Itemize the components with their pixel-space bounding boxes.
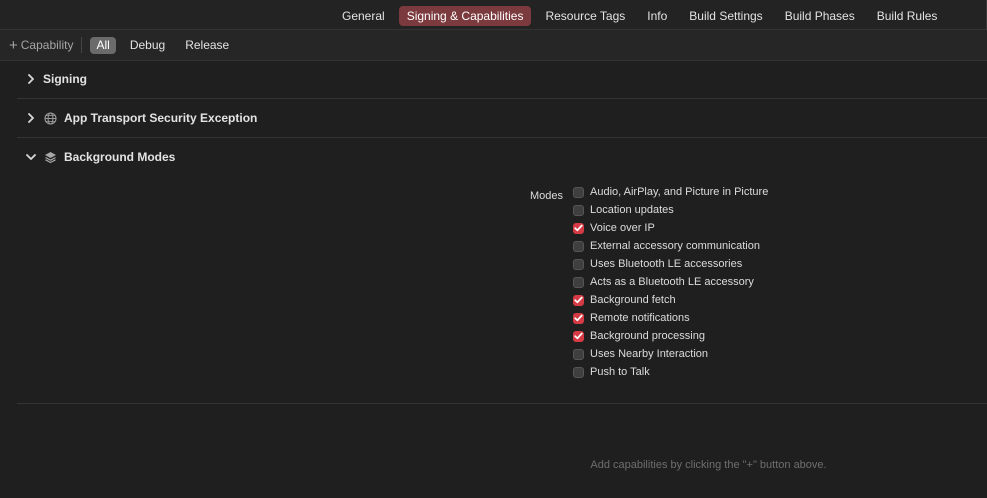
editor-tab-bar: General Signing & Capabilities Resource … — [0, 0, 987, 30]
add-capabilities-hint: Add capabilities by clicking the "+" but… — [590, 459, 827, 471]
mode-option-label: Background processing — [590, 330, 705, 342]
chevron-right-icon[interactable] — [25, 73, 37, 85]
tab-resource-tags[interactable]: Resource Tags — [537, 6, 633, 26]
tab-general[interactable]: General — [334, 6, 393, 26]
mode-option-label: External accessory communication — [590, 240, 760, 252]
mode-option-label: Uses Bluetooth LE accessories — [590, 258, 743, 270]
mode-option-label: Audio, AirPlay, and Picture in Picture — [590, 186, 769, 198]
checkmark-icon — [574, 314, 583, 322]
checkbox[interactable] — [573, 276, 584, 288]
background-modes-section-title: Background Modes — [64, 150, 176, 164]
tabs-container: General Signing & Capabilities Resource … — [334, 5, 951, 27]
mode-option[interactable]: Push to Talk — [573, 363, 768, 381]
mode-option[interactable]: Location updates — [573, 201, 768, 219]
mode-option-label: Acts as a Bluetooth LE accessory — [590, 276, 754, 288]
ats-section-header[interactable]: App Transport Security Exception — [17, 99, 987, 137]
mode-option[interactable]: Background processing — [573, 327, 768, 345]
mode-option-label: Uses Nearby Interaction — [590, 348, 708, 360]
tab-info[interactable]: Info — [639, 6, 675, 26]
checkbox[interactable] — [573, 204, 584, 216]
checkbox-checked[interactable] — [573, 294, 584, 306]
chevron-right-icon[interactable] — [25, 112, 37, 124]
signing-section-header[interactable]: Signing — [17, 60, 987, 98]
mode-option-label: Background fetch — [590, 294, 676, 306]
checkmark-icon — [574, 224, 583, 232]
empty-capabilities-area — [0, 404, 987, 498]
signing-section: Signing — [17, 60, 987, 99]
checkbox-checked[interactable] — [573, 312, 584, 324]
chevron-down-icon[interactable] — [25, 151, 37, 163]
tab-build-phases[interactable]: Build Phases — [777, 6, 863, 26]
add-capability-label: Capability — [20, 38, 74, 52]
modes-list: Audio, AirPlay, and Picture in Picture L… — [573, 183, 768, 381]
mode-option-label: Voice over IP — [590, 222, 655, 234]
checkbox[interactable] — [573, 366, 584, 378]
mode-option[interactable]: Uses Bluetooth LE accessories — [573, 255, 768, 273]
add-capability-button[interactable]: + Capability — [9, 34, 73, 56]
mode-option[interactable]: Audio, AirPlay, and Picture in Picture — [573, 183, 768, 201]
layers-icon — [43, 150, 57, 164]
ats-section: App Transport Security Exception — [17, 99, 987, 138]
checkmark-icon — [574, 332, 583, 340]
mode-option[interactable]: Remote notifications — [573, 309, 768, 327]
modes-label: Modes — [530, 190, 564, 202]
filter-debug[interactable]: Debug — [124, 37, 171, 54]
mode-option-label: Location updates — [590, 204, 674, 216]
background-modes-section: Background Modes Modes Audio, AirPlay, a… — [17, 138, 987, 404]
tab-build-settings[interactable]: Build Settings — [681, 6, 770, 26]
mode-option-label: Push to Talk — [590, 366, 650, 378]
capabilities-toolbar: + Capability All Debug Release — [0, 30, 987, 61]
checkmark-icon — [574, 296, 583, 304]
checkbox[interactable] — [573, 348, 584, 360]
mode-option-label: Remote notifications — [590, 312, 690, 324]
mode-option[interactable]: External accessory communication — [573, 237, 768, 255]
mode-option[interactable]: Background fetch — [573, 291, 768, 309]
checkbox-checked[interactable] — [573, 330, 584, 342]
background-modes-section-header[interactable]: Background Modes — [17, 138, 987, 176]
filter-release[interactable]: Release — [179, 37, 235, 54]
checkbox-checked[interactable] — [573, 222, 584, 234]
tab-signing-capabilities[interactable]: Signing & Capabilities — [398, 6, 532, 26]
mode-option[interactable]: Voice over IP — [573, 219, 768, 237]
tab-build-rules[interactable]: Build Rules — [869, 6, 946, 26]
globe-icon — [43, 111, 57, 125]
checkbox[interactable] — [573, 258, 584, 270]
filter-all[interactable]: All — [90, 36, 116, 54]
mode-option[interactable]: Uses Nearby Interaction — [573, 345, 768, 363]
checkbox[interactable] — [573, 240, 584, 252]
checkbox[interactable] — [573, 186, 584, 198]
signing-section-title: Signing — [43, 72, 87, 86]
plus-icon: + — [9, 36, 18, 54]
toolbar-divider — [81, 37, 83, 53]
ats-section-title: App Transport Security Exception — [64, 111, 258, 125]
mode-option[interactable]: Acts as a Bluetooth LE accessory — [573, 273, 768, 291]
